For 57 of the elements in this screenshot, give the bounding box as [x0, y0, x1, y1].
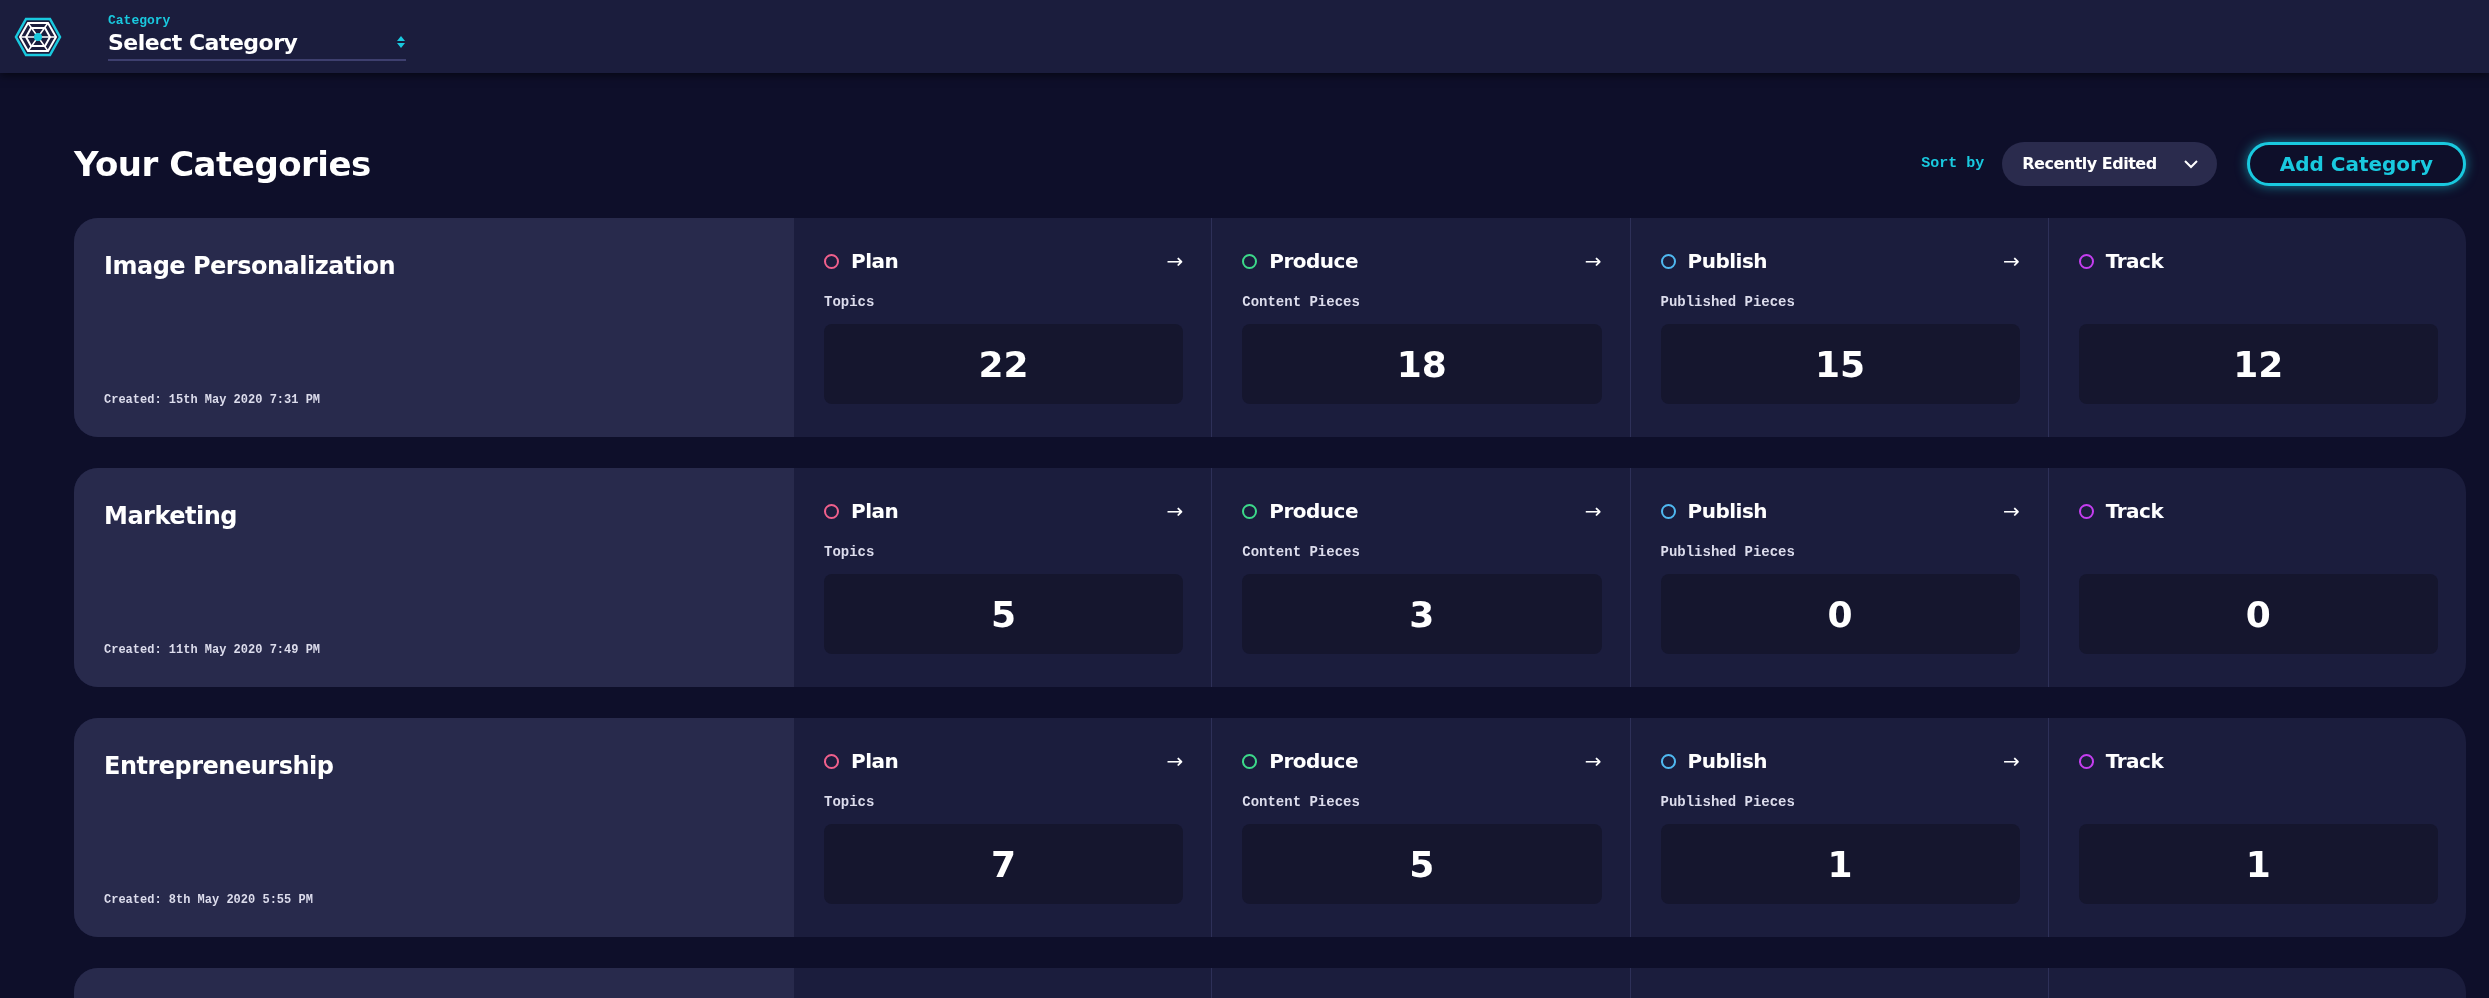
arrow-link[interactable]: → — [2003, 249, 2020, 273]
metric-value: 15 — [1660, 324, 2020, 404]
sort-label: Sort by — [1921, 155, 1985, 172]
metric-label: Content Pieces — [1242, 544, 1361, 562]
arrow-link[interactable]: → — [2003, 499, 2020, 523]
metric-label: Content Pieces — [1242, 794, 1361, 812]
arrow-link[interactable]: → — [1584, 499, 1602, 523]
sort-arrows-icon — [396, 34, 406, 50]
category-select[interactable]: Select Category — [108, 27, 406, 61]
metric-value: 1 — [1660, 824, 2020, 904]
arrow-link[interactable]: → — [2003, 749, 2020, 773]
metric-value: 0 — [1660, 574, 2020, 654]
metric-label: Published Pieces — [1660, 794, 1796, 812]
metric-value: 18 — [1242, 324, 1602, 404]
category-name[interactable]: Marketing — [104, 502, 237, 530]
metric-label: Topics — [824, 544, 876, 562]
metric-label: Content Pieces — [1242, 294, 1361, 312]
stage-name: Produce — [1269, 499, 1359, 523]
hexagon-web-logo-icon[interactable] — [14, 16, 62, 57]
metric-value: 12 — [2078, 324, 2438, 404]
field-label: Category — [108, 12, 172, 28]
metric-label: Published Pieces — [1660, 294, 1796, 312]
stage-name: Track — [2105, 499, 2165, 523]
sort-dropdown[interactable]: Recently Edited — [2002, 141, 2217, 186]
stage-name: Publish — [1687, 249, 1769, 273]
arrow-link[interactable]: → — [1166, 749, 1184, 773]
metric-value: 7 — [824, 824, 1184, 904]
chevron-down-icon — [2182, 158, 2199, 169]
created-date: Created: 11th May 2020 7:49 PM — [104, 643, 322, 657]
stage-name: Produce — [1269, 749, 1359, 773]
category-name[interactable]: Entrepreneurship — [104, 752, 334, 780]
stage-name: Plan — [851, 499, 900, 523]
arrow-link[interactable]: → — [1166, 499, 1184, 523]
metric-value: 5 — [824, 574, 1184, 654]
page-title: Your Categories — [74, 143, 371, 184]
stage-name: Publish — [1687, 749, 1769, 773]
stage-name: Plan — [851, 749, 900, 773]
metric-label: Published Pieces — [1660, 544, 1796, 562]
metric-value: 22 — [824, 324, 1184, 404]
stage-name: Produce — [1269, 249, 1359, 273]
metric-value: 0 — [2078, 574, 2438, 654]
stage-name: Track — [2105, 749, 2165, 773]
metric-label: Topics — [824, 294, 876, 312]
category-name[interactable]: Image Personalization — [104, 252, 396, 280]
arrow-link[interactable]: → — [1584, 749, 1602, 773]
metric-value: 5 — [1242, 824, 1602, 904]
add-category-button[interactable]: Add Category — [2246, 141, 2466, 186]
metric-label: Topics — [824, 794, 876, 812]
metric-value: 1 — [2078, 824, 2438, 904]
arrow-link[interactable]: → — [1166, 249, 1184, 273]
created-date: Created: 15th May 2020 7:31 PM — [104, 393, 322, 407]
stage-name: Track — [2105, 249, 2165, 273]
metric-value: 3 — [1242, 574, 1602, 654]
stage-name: Publish — [1687, 499, 1769, 523]
created-date: Created: 8th May 2020 5:55 PM — [104, 893, 314, 907]
arrow-link[interactable]: → — [1584, 249, 1602, 273]
stage-name: Plan — [851, 249, 900, 273]
